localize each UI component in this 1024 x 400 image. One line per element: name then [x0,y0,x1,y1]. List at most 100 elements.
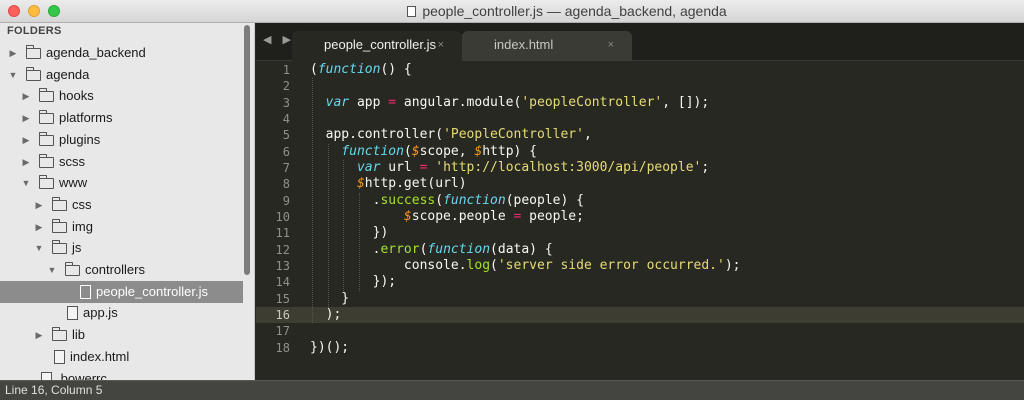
indent-guide [359,192,361,291]
sidebar-item-label: people_controller.js [96,283,209,299]
line-number: 13 [275,258,290,273]
folder-icon [52,240,67,255]
indent-guide [327,143,329,307]
code-line[interactable]: var url = 'http://localhost:3000/api/peo… [310,160,709,176]
code-line[interactable]: .error(function(data) { [310,242,553,258]
close-icon[interactable]: × [438,31,444,59]
document-icon [407,6,417,17]
tab-bar: ◀ ▶ people_controller.js × index.html × [256,23,1024,61]
folder-icon [39,131,54,146]
sidebar-item-platforms[interactable]: ▶ platforms [0,107,243,129]
code-line[interactable]: var app = angular.module('peopleControll… [310,95,710,111]
disclosure-collapsed-icon[interactable]: ▶ [21,129,31,151]
disclosure-expanded-icon[interactable]: ▼ [8,64,18,86]
tab-people-controller[interactable]: people_controller.js × [292,31,462,61]
code-line[interactable]: }) [310,225,389,241]
code-line[interactable]: $http.get(url) [310,176,467,192]
disclosure-expanded-icon[interactable]: ▼ [21,172,31,194]
code-line[interactable]: ); [310,307,342,323]
disclosure-collapsed-icon[interactable]: ▶ [21,85,31,107]
sidebar-item-app-js[interactable]: app.js [0,302,243,324]
folder-icon [52,327,67,342]
sidebar-item-bowerrc[interactable]: .bowerrc [0,368,243,381]
sidebar-item-controllers[interactable]: ▼ controllers [0,259,243,281]
sidebar-item-img[interactable]: ▶ img [0,216,243,238]
tab-index-html[interactable]: index.html × [462,31,632,61]
folder-icon [65,262,80,276]
sidebar-item-label: js [72,240,82,256]
sidebar-item-people-controller-js[interactable]: people_controller.js [0,280,243,303]
sidebar-item-label: .bowerrc [57,370,107,381]
sidebar-item-hooks[interactable]: ▶ hooks [0,85,243,107]
disclosure-collapsed-icon[interactable]: ▶ [34,216,44,238]
sidebar-item-label: platforms [59,110,113,126]
code-editor[interactable]: 1 2 3 4 5 6 7 8 9 10 11 12 13 14 15 16 17 18 (function() … [256,61,1024,380]
line-number: 18 [275,340,290,355]
window-title: people_controller.js — agenda_backend, a… [0,0,1024,22]
line-number: 9 [282,193,290,208]
code-line[interactable]: })(); [310,340,349,356]
current-line-highlight [256,306,1024,324]
code-line[interactable]: console.log('server side error occurred.… [310,258,741,274]
code-line[interactable]: (function() { [310,62,412,78]
code-line[interactable]: .success(function(people) { [310,193,584,209]
disclosure-collapsed-icon[interactable]: ▶ [8,42,18,64]
sidebar-item-www[interactable]: ▼ www [0,172,243,194]
indent-guide [343,159,345,291]
folder-icon [26,66,41,81]
sidebar-header: FOLDERS [7,25,62,37]
code-line[interactable]: } [310,291,349,307]
folder-icon [39,110,54,125]
file-icon [80,284,91,299]
code-line[interactable]: $scope.people = people; [310,209,584,225]
disclosure-expanded-icon[interactable]: ▼ [34,237,44,259]
line-number: 14 [275,275,290,290]
close-icon[interactable]: × [608,31,614,59]
folder-icon [39,153,54,168]
code-line[interactable]: function($scope, $http) { [310,144,537,160]
line-number: 6 [282,144,290,159]
sidebar-item-lib[interactable]: ▶ lib [0,324,243,346]
sidebar-item-label: app.js [83,305,118,321]
line-number: 1 [282,63,290,77]
code-line[interactable]: app.controller('PeopleController', [310,127,592,143]
sidebar-item-label: controllers [85,262,145,277]
line-number: 11 [275,226,290,241]
sidebar-item-agenda-backend[interactable]: ▶ agenda_backend [0,42,243,64]
sidebar-item-label: index.html [70,348,130,364]
disclosure-collapsed-icon[interactable]: ▶ [34,324,44,346]
status-bar: Line 16, Column 5 [0,380,1024,400]
sidebar-item-label: agenda [46,66,90,82]
sidebar-item-label: www [59,175,88,191]
disclosure-collapsed-icon[interactable]: ▶ [21,151,31,173]
code-line[interactable]: }); [310,274,396,290]
line-number: 2 [282,79,290,94]
line-number: 3 [282,95,290,110]
disclosure-collapsed-icon[interactable]: ▶ [21,107,31,129]
sidebar-item-label: hooks [59,88,94,104]
sidebar-item-agenda[interactable]: ▼ agenda [0,64,243,86]
disclosure-collapsed-icon[interactable]: ▶ [34,194,44,216]
line-number: 8 [282,177,290,192]
disclosure-expanded-icon[interactable]: ▼ [47,259,57,281]
line-number: 16 [275,307,290,322]
sidebar-item-js[interactable]: ▼ js [0,237,243,259]
sidebar-item-index-html[interactable]: index.html [0,346,243,368]
folder-icon [52,218,67,233]
folder-icon [39,88,54,103]
sidebar: FOLDERS ▶ agenda_backend ▼ agenda ▶ hooks ▶ pla… [0,23,255,380]
sidebar-item-label: css [72,196,92,212]
line-number: 15 [275,291,290,306]
line-number: 5 [282,128,290,143]
sidebar-item-css[interactable]: ▶ css [0,194,243,216]
cursor-position: Line 16, Column 5 [5,383,103,397]
line-number: 7 [282,160,290,175]
line-number: 17 [275,324,290,339]
line-number: 12 [275,242,290,257]
sidebar-item-scss[interactable]: ▶ scss [0,151,243,173]
window-title-text: people_controller.js — agenda_backend, a… [422,3,727,19]
sidebar-scrollbar[interactable] [244,25,250,275]
sidebar-item-label: lib [72,327,86,343]
sidebar-item-plugins[interactable]: ▶ plugins [0,129,243,151]
tab-nav-arrows[interactable]: ◀ ▶ [263,33,295,46]
